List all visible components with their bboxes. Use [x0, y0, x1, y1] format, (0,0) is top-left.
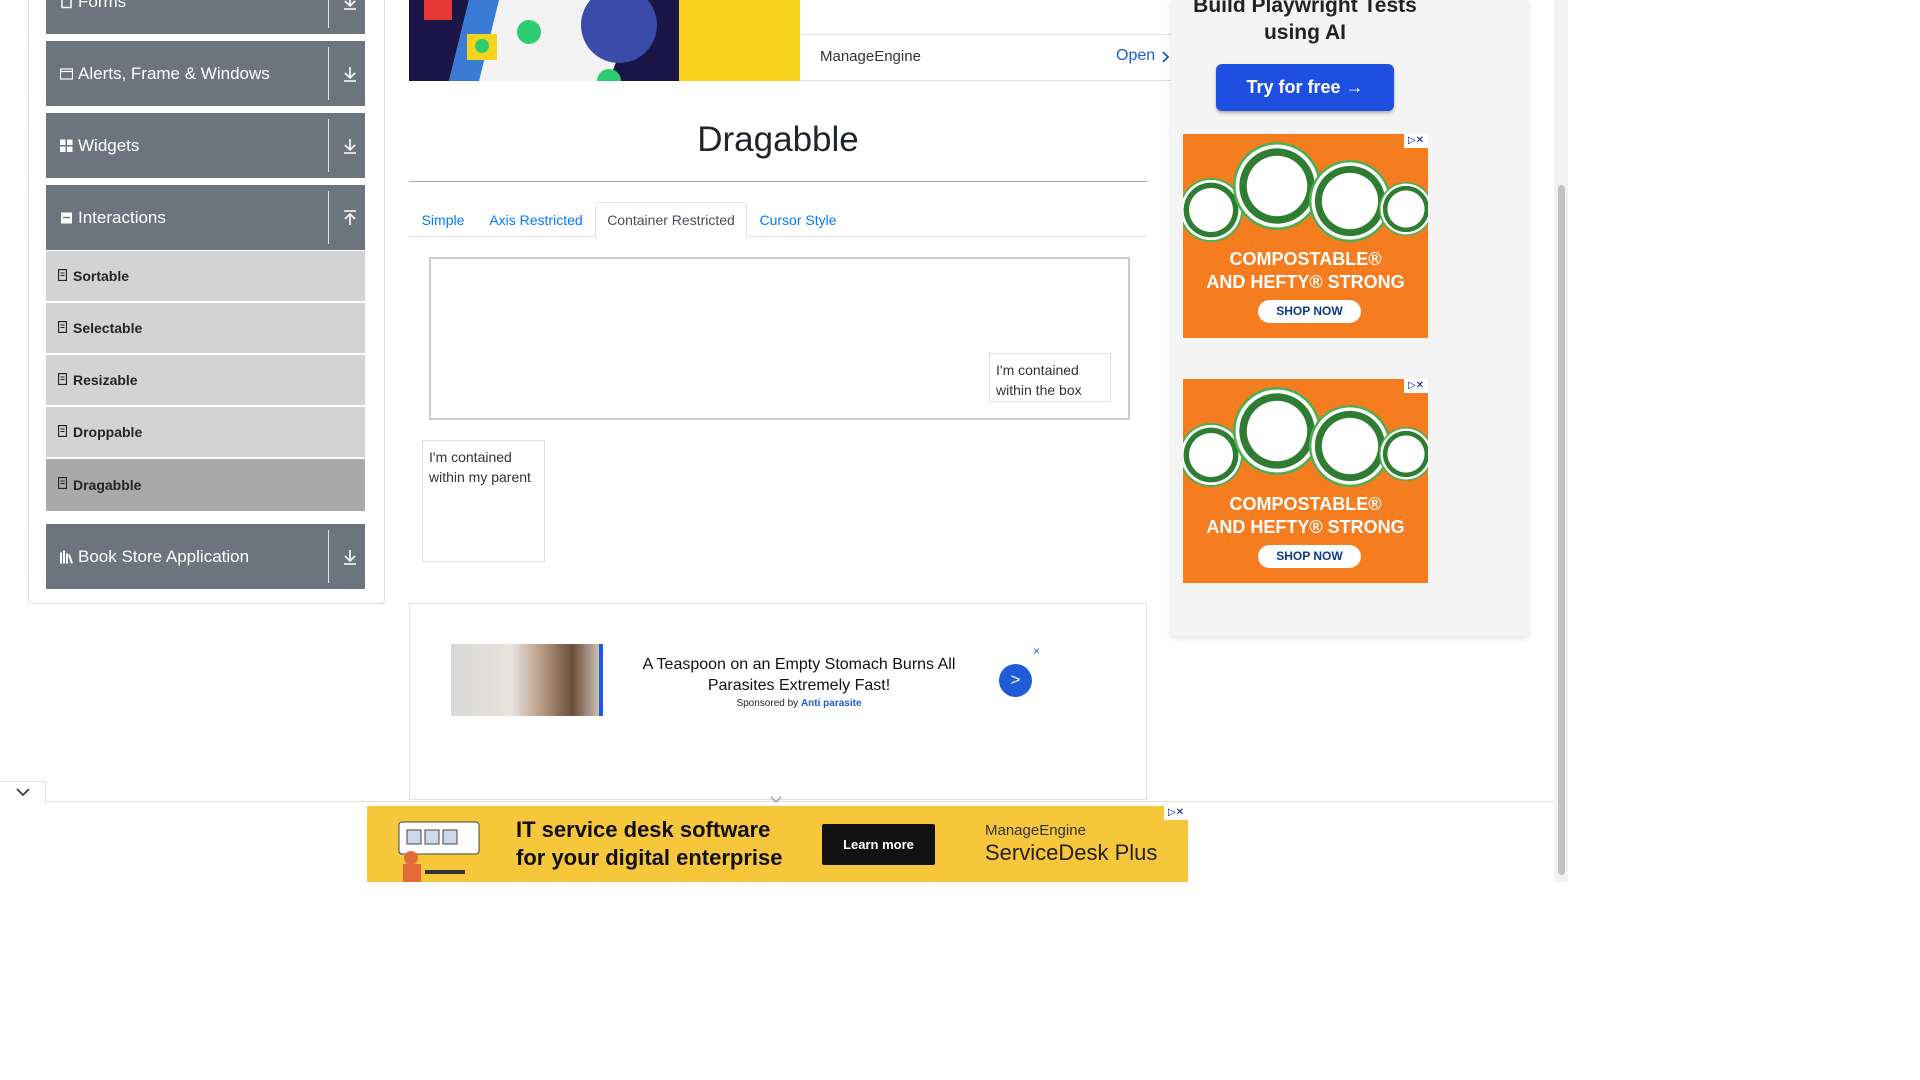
close-icon[interactable]: ×	[1033, 644, 1040, 658]
plate-icon	[1379, 182, 1428, 236]
divider	[328, 119, 329, 172]
sidebar-group-label: Widgets	[78, 135, 140, 155]
ad-headline-line2: for your digital enterprise	[516, 845, 783, 870]
hefty-ad-1[interactable]: COMPOSTABLE® AND HEFTY® STRONG SHOP NOW ▷…	[1183, 134, 1428, 338]
sidebar-group-label: Book Store Application	[78, 546, 250, 566]
tab-simple[interactable]: Simple	[409, 202, 477, 237]
divider	[328, 47, 329, 100]
plate-icon	[1309, 405, 1391, 487]
sponsored-image[interactable]	[451, 644, 603, 716]
sidebar-item-selectable[interactable]: Selectable	[46, 302, 365, 353]
chevron-down-icon[interactable]	[770, 796, 782, 804]
upload-arrow-icon	[344, 209, 356, 225]
document-icon	[58, 373, 67, 385]
hefty-ad-text: COMPOSTABLE® AND HEFTY® STRONG	[1183, 493, 1428, 539]
plate-icon	[1233, 387, 1321, 475]
sponsored-go-button[interactable]: >	[999, 664, 1032, 697]
sidebar-item-label: Sortable	[73, 268, 130, 284]
chevron-down-icon	[16, 788, 30, 797]
sidebar-group-label: Alerts, Frame & Windows	[78, 63, 270, 83]
ad-open-link[interactable]: Open	[1116, 47, 1155, 65]
sidebar-item-label: Selectable	[73, 320, 143, 336]
document-icon	[58, 425, 67, 437]
sidebar-item-label: Resizable	[73, 372, 138, 388]
document-icon	[58, 321, 67, 333]
sidebar-group-label: Forms	[78, 0, 127, 11]
shop-now-button[interactable]: SHOP NOW	[1258, 545, 1361, 568]
chevron-right-icon	[1162, 51, 1170, 63]
tab-axis-restricted[interactable]: Axis Restricted	[477, 202, 595, 237]
divider	[328, 191, 329, 244]
top-ad-info[interactable]: ManageEngine Open	[800, 0, 1172, 81]
sidebar-item-label: Droppable	[73, 424, 143, 440]
page-title: Dragabble	[697, 120, 859, 159]
sidebar-item-dragabble[interactable]: Dragabble	[46, 458, 365, 511]
sidebar-item-sortable[interactable]: Sortable	[46, 250, 365, 301]
sponsored-by: Sponsored by Anti parasite	[620, 698, 978, 709]
ad-brand: ManageEngine	[985, 822, 1086, 839]
hefty-ad-text: COMPOSTABLE® AND HEFTY® STRONG	[1183, 248, 1428, 294]
download-arrow-icon	[344, 0, 356, 10]
divider	[409, 181, 1147, 182]
plate-icon	[1233, 142, 1321, 230]
ad-headline-line1: IT service desk software	[516, 817, 771, 842]
sidebar-group-label: Interactions	[78, 207, 166, 227]
download-arrow-icon	[344, 138, 356, 154]
ad-product: ServiceDesk Plus	[985, 840, 1158, 865]
sidebar-group-book-store[interactable]: Book Store Application	[46, 524, 365, 589]
scrollbar-thumb[interactable]	[1558, 185, 1565, 875]
sponsored-by-name[interactable]: Anti parasite	[801, 698, 862, 709]
draggable-box-contained[interactable]: I'm contained within the box	[989, 353, 1111, 402]
sidebar-item-droppable[interactable]: Droppable	[46, 406, 365, 457]
download-arrow-icon	[344, 549, 356, 565]
download-arrow-icon	[344, 66, 356, 82]
try-for-free-button[interactable]: Try for free →	[1216, 64, 1394, 111]
hefty-ad-line1: COMPOSTABLE®	[1229, 249, 1382, 269]
sponsored-by-prefix: Sponsored by	[736, 698, 799, 709]
playwright-ad-title[interactable]: Build Playwright Tests using AI	[1190, 0, 1420, 46]
ad-illustration-icon	[409, 0, 800, 81]
divider	[328, 530, 329, 583]
collapse-ad-button[interactable]	[0, 781, 46, 803]
sidebar-group-forms[interactable]: Forms	[46, 0, 365, 34]
hefty-ad-2[interactable]: COMPOSTABLE® AND HEFTY® STRONG SHOP NOW ▷…	[1183, 379, 1428, 583]
sidebar-group-alerts[interactable]: Alerts, Frame & Windows	[46, 41, 365, 106]
sidebar-item-label: Dragabble	[73, 477, 142, 493]
tab-container-restricted[interactable]: Container Restricted	[595, 202, 747, 238]
tab-bar: Simple Axis Restricted Container Restric…	[409, 202, 1147, 238]
sidebar-group-widgets[interactable]: Widgets	[46, 113, 365, 178]
divider	[599, 644, 603, 716]
ad-choices-icon[interactable]: ▷✕	[1404, 379, 1428, 393]
ad-illustration-icon	[398, 821, 480, 882]
hefty-ad-line2: AND HEFTY® STRONG	[1206, 517, 1405, 537]
divider	[328, 0, 329, 28]
sidebar-group-interactions[interactable]: Interactions	[46, 185, 365, 250]
document-icon	[58, 477, 67, 489]
sponsored-title[interactable]: A Teaspoon on an Empty Stomach Burns All…	[620, 654, 978, 696]
plate-icon	[1379, 427, 1428, 481]
shop-now-button[interactable]: SHOP NOW	[1258, 300, 1361, 323]
ad-choices-icon[interactable]: ▷✕	[1404, 134, 1428, 148]
document-icon	[58, 269, 67, 281]
ad-headline: IT service desk software for your digital…	[516, 816, 783, 872]
divider	[800, 34, 1172, 35]
ad-choices-icon[interactable]: ▷✕	[1164, 806, 1188, 820]
hefty-ad-line2: AND HEFTY® STRONG	[1206, 272, 1405, 292]
ad-brand: ManageEngine	[820, 48, 921, 65]
sidebar-item-resizable[interactable]: Resizable	[46, 354, 365, 405]
plate-icon	[1309, 160, 1391, 242]
learn-more-button[interactable]: Learn more	[822, 824, 935, 865]
draggable-parent-contained[interactable]: I'm contained within my parent	[422, 440, 545, 562]
tab-cursor-style[interactable]: Cursor Style	[747, 202, 849, 237]
servicedesk-ad[interactable]: IT service desk software for your digital…	[367, 806, 1188, 882]
top-ad-image[interactable]	[409, 0, 800, 81]
hefty-ad-line1: COMPOSTABLE®	[1229, 494, 1382, 514]
